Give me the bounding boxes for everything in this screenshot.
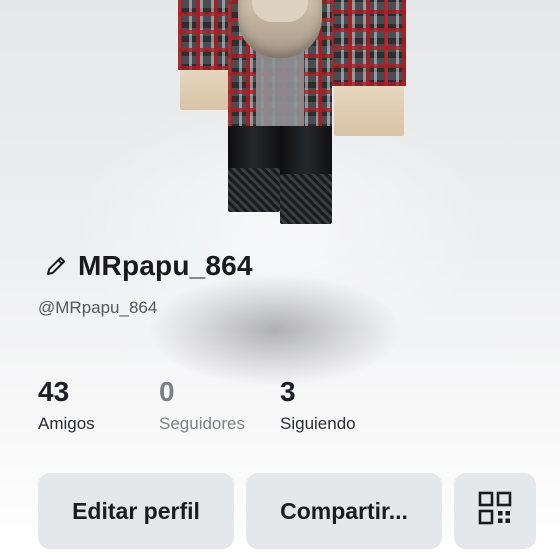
stat-label: Seguidores [159, 414, 246, 433]
stat-value: 43 [38, 376, 70, 407]
stat-value: 0 [159, 376, 175, 407]
share-button[interactable]: Compartir... [246, 473, 442, 549]
stat-label: Siguiendo [280, 414, 356, 433]
avatar-left-arm [178, 0, 230, 110]
edit-profile-button[interactable]: Editar perfil [38, 473, 234, 549]
pencil-icon[interactable] [44, 254, 68, 278]
profile-name-row[interactable]: MRpapu_864 [44, 250, 253, 282]
qr-code-button[interactable] [454, 473, 536, 549]
stat-followers[interactable]: 0 Seguidores [159, 376, 245, 434]
stat-friends[interactable]: 43 Amigos [38, 376, 95, 434]
display-name: MRpapu_864 [78, 250, 253, 281]
stat-value: 3 [280, 376, 296, 407]
avatar-shadow [150, 275, 400, 385]
avatar-preview [0, 0, 560, 440]
avatar-legs [228, 126, 332, 230]
username-handle: @MRpapu_864 [38, 298, 158, 317]
stat-label: Amigos [38, 414, 95, 433]
stat-following[interactable]: 3 Siguiendo [280, 376, 356, 434]
avatar-right-arm [330, 0, 406, 136]
qr-code-icon [478, 491, 512, 531]
